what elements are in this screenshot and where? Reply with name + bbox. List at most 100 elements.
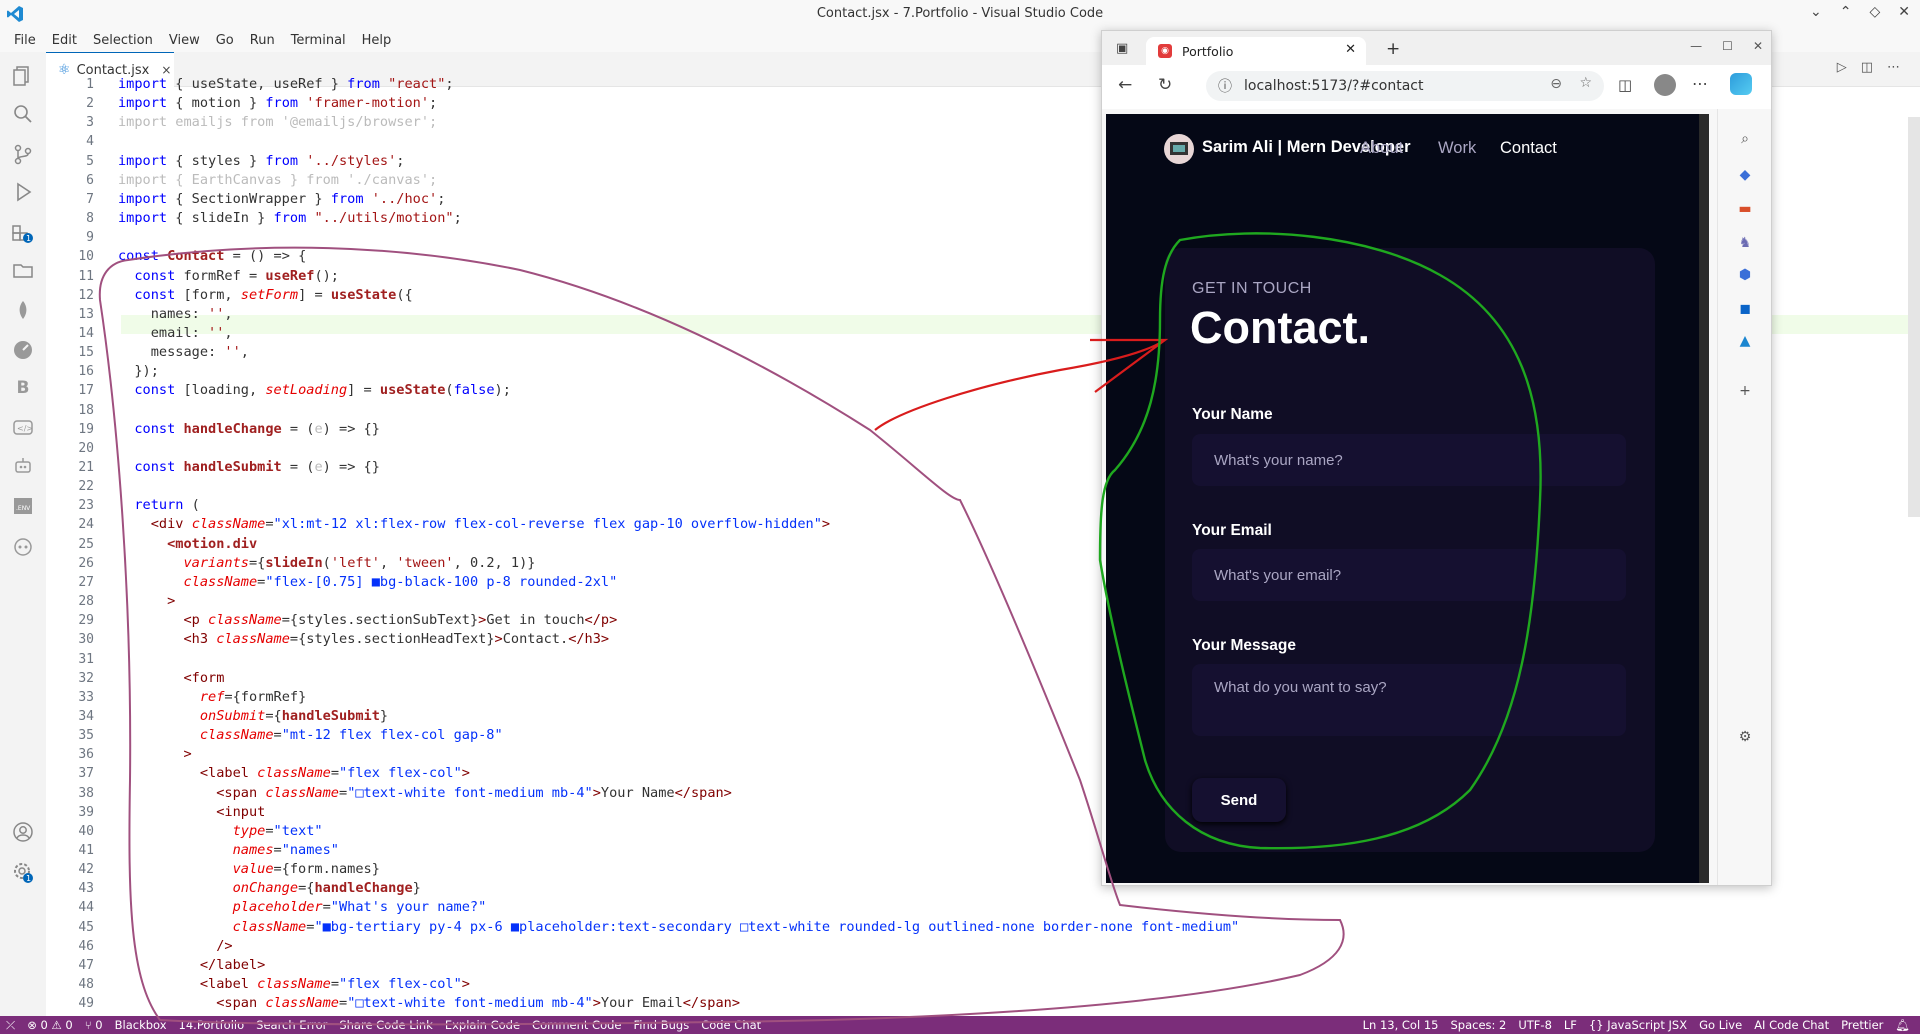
share-code-link-button[interactable]: Share Code Link xyxy=(333,1018,439,1033)
code-line[interactable]: import { SectionWrapper } from '../hoc'; xyxy=(118,191,445,207)
email-input[interactable]: What's your email? xyxy=(1192,549,1626,601)
blackbox-status[interactable]: Blackbox xyxy=(109,1018,173,1033)
restore-icon[interactable]: ◇ xyxy=(1869,4,1880,20)
new-tab-icon[interactable]: + xyxy=(1386,39,1400,59)
profile-avatar[interactable] xyxy=(1654,74,1676,96)
robot-icon[interactable] xyxy=(11,454,35,478)
menu-selection[interactable]: Selection xyxy=(85,33,161,48)
browser-tab-portfolio[interactable]: ◉ Portfolio ✕ xyxy=(1146,37,1366,65)
code-line[interactable]: <form xyxy=(118,670,224,686)
menu-go[interactable]: Go xyxy=(208,33,242,48)
code-line[interactable]: <span className="□text-white font-medium… xyxy=(118,995,740,1011)
settings-gear-icon[interactable]: 1 xyxy=(11,860,35,884)
sidebar-tag-icon[interactable]: ◆ xyxy=(1735,165,1755,185)
page-scrollbar[interactable] xyxy=(1699,114,1709,883)
code-line[interactable]: const formRef = useRef(); xyxy=(118,268,339,284)
code-line[interactable]: import { slideIn } from "../utils/motion… xyxy=(118,210,462,226)
browser-close-icon[interactable]: ✕ xyxy=(1753,39,1763,53)
problems-status[interactable]: ⊗ 0 ⚠ 0 xyxy=(21,1018,79,1033)
code-line[interactable]: names: '', xyxy=(118,306,233,322)
code-line[interactable]: <motion.div xyxy=(118,536,257,552)
sidebar-outlook-icon[interactable]: ◼ xyxy=(1735,299,1755,319)
mongodb-leaf-icon[interactable] xyxy=(11,298,35,322)
code-line[interactable]: className="mt-12 flex flex-col gap-8" xyxy=(118,727,503,743)
code-line[interactable]: import { useState, useRef } from "react"… xyxy=(118,76,454,92)
explain-code-button[interactable]: Explain Code xyxy=(439,1018,526,1033)
code-line[interactable]: const [form, setForm] = useState({ xyxy=(118,287,412,303)
tab-actions-icon[interactable]: ▣ xyxy=(1116,41,1128,56)
code-line[interactable]: import emailjs from '@emailjs/browser'; xyxy=(118,114,437,130)
code-line[interactable]: names="names" xyxy=(118,842,339,858)
sidebar-add-icon[interactable]: + xyxy=(1735,381,1755,401)
sidebar-drop-icon[interactable]: ▲ xyxy=(1735,331,1755,351)
prettier-status[interactable]: Prettier xyxy=(1835,1018,1889,1032)
copilot-browser-icon[interactable] xyxy=(1730,73,1752,95)
nav-work[interactable]: Work xyxy=(1438,139,1476,158)
code-line[interactable]: const handleSubmit = (e) => {} xyxy=(118,459,380,475)
comment-code-button[interactable]: Comment Code xyxy=(526,1018,627,1033)
env-file-icon[interactable]: .ENV xyxy=(11,494,35,518)
menu-help[interactable]: Help xyxy=(354,33,400,48)
extensions-icon[interactable]: 1 xyxy=(11,220,35,244)
code-line[interactable]: onChange={handleChange} xyxy=(118,880,421,896)
refresh-icon[interactable]: ↻ xyxy=(1158,75,1172,95)
line-ending[interactable]: LF xyxy=(1558,1018,1583,1032)
send-button[interactable]: Send xyxy=(1192,778,1286,822)
code-line[interactable]: className="■bg-tertiary py-4 px-6 ■place… xyxy=(118,919,1240,935)
code-line[interactable]: <p className={styles.sectionSubText}>Get… xyxy=(118,612,617,628)
split-screen-icon[interactable]: ◫ xyxy=(1618,76,1632,94)
nav-about[interactable]: About xyxy=(1360,139,1403,158)
menu-file[interactable]: File xyxy=(6,33,44,48)
tab-close-icon[interactable]: × xyxy=(161,63,171,77)
sidebar-settings-icon[interactable]: ⚙ xyxy=(1735,727,1755,747)
code-line[interactable]: import { motion } from 'framer-motion'; xyxy=(118,95,437,111)
code-line[interactable]: <div className="xl:mt-12 xl:flex-row fle… xyxy=(118,516,830,532)
source-control-icon[interactable] xyxy=(11,142,35,166)
chevron-up-icon[interactable]: ⌃ xyxy=(1840,4,1852,20)
code-chat-button[interactable]: Code Chat xyxy=(695,1018,767,1033)
ports-status[interactable]: ⑂ 0 xyxy=(79,1018,109,1033)
sidebar-games-icon[interactable]: ♞ xyxy=(1735,233,1755,253)
nav-contact[interactable]: Contact xyxy=(1500,139,1557,158)
code-line[interactable]: placeholder="What's your name?" xyxy=(118,899,487,915)
code-line[interactable]: /> xyxy=(118,938,232,954)
search-error-button[interactable]: Search Error xyxy=(250,1018,333,1033)
more-actions-icon[interactable]: ⋯ xyxy=(1887,60,1900,75)
browser-tab-close-icon[interactable]: ✕ xyxy=(1345,42,1356,57)
menu-dots-icon[interactable]: ⋯ xyxy=(1692,74,1708,93)
encoding[interactable]: UTF-8 xyxy=(1512,1018,1558,1032)
close-icon[interactable]: ✕ xyxy=(1898,4,1910,20)
code-line[interactable]: <label className="flex flex-col"> xyxy=(118,765,470,781)
code-line[interactable]: > xyxy=(118,593,175,609)
site-info-icon[interactable]: ⓘ xyxy=(1218,76,1232,96)
go-live-button[interactable]: Go Live xyxy=(1693,1018,1748,1032)
indentation[interactable]: Spaces: 2 xyxy=(1444,1018,1512,1032)
code-line[interactable]: const handleChange = (e) => {} xyxy=(118,421,380,437)
sidebar-search-icon[interactable]: ⌕ xyxy=(1735,129,1755,149)
browser-minimize-icon[interactable]: — xyxy=(1690,39,1702,53)
project-status[interactable]: 14.Portfolio xyxy=(173,1018,251,1033)
chevron-down-icon[interactable]: ⌄ xyxy=(1810,4,1822,20)
code-line[interactable]: message: '', xyxy=(118,344,249,360)
find-bugs-button[interactable]: Find Bugs xyxy=(628,1018,696,1033)
folder-icon[interactable] xyxy=(11,258,35,282)
cursor-position[interactable]: Ln 13, Col 15 xyxy=(1357,1018,1445,1032)
code-line[interactable]: import { EarthCanvas } from './canvas'; xyxy=(118,172,437,188)
zoom-icon[interactable]: ⊖ xyxy=(1550,76,1562,92)
split-editor-icon[interactable]: ◫ xyxy=(1861,60,1873,75)
editor-scrollbar[interactable] xyxy=(1908,117,1920,517)
menu-run[interactable]: Run xyxy=(242,33,283,48)
favorite-star-icon[interactable]: ☆ xyxy=(1579,75,1592,91)
menu-view[interactable]: View xyxy=(161,33,208,48)
code-line[interactable]: const Contact = () => { xyxy=(118,248,306,264)
code-line[interactable]: ref={formRef} xyxy=(118,689,306,705)
code-line[interactable]: <label className="flex flex-col"> xyxy=(118,976,470,992)
back-arrow-icon[interactable]: ← xyxy=(1118,75,1132,95)
sidebar-tools-icon[interactable]: ▬ xyxy=(1735,199,1755,219)
account-icon[interactable] xyxy=(11,820,35,844)
site-logo-avatar[interactable] xyxy=(1164,134,1194,164)
menu-edit[interactable]: Edit xyxy=(44,33,85,48)
name-input[interactable]: What's your name? xyxy=(1192,434,1626,486)
message-textarea[interactable]: What do you want to say? xyxy=(1192,664,1626,736)
code-line[interactable]: }); xyxy=(118,363,159,379)
